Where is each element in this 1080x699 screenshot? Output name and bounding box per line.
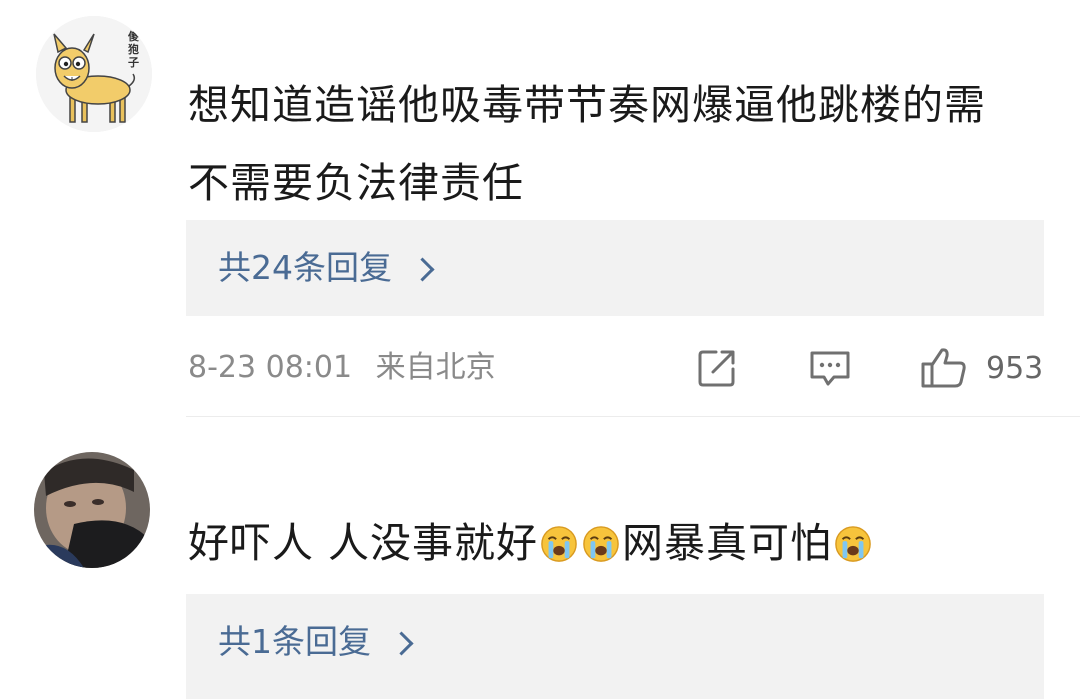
reply-count-label: 共1条回复 (218, 622, 371, 661)
avatar-caption: 傻狍子 (128, 30, 139, 69)
comment-button[interactable] (808, 346, 852, 390)
comment-meta: 8-23 08:01 来自北京 953 (0, 346, 1080, 390)
share-button[interactable] (696, 346, 738, 390)
comment-text-part2: 网暴真可怕 (622, 519, 833, 567)
crying-face-icon (583, 526, 619, 562)
comment-text: 好吓人 人没事就好 网暴真可怕 (188, 504, 1018, 582)
thumbs-up-icon (921, 348, 966, 388)
comment-text-part1: 好吓人 人没事就好 (188, 519, 539, 567)
view-replies-link[interactable]: 共1条回复 (218, 618, 414, 666)
like-count: 953 (986, 350, 1044, 386)
username-redacted (188, 470, 488, 490)
reply-box[interactable]: 共1条回复 (186, 594, 1044, 699)
share-icon (698, 350, 735, 387)
chevron-right-icon (389, 630, 414, 656)
avatar[interactable] (34, 452, 150, 568)
reply-box[interactable]: 共24条回复 (186, 220, 1044, 316)
comment-icon (810, 351, 850, 386)
user-photo-avatar-icon (34, 452, 150, 568)
comment-location: 来自北京 (375, 350, 496, 385)
crying-face-icon (541, 526, 577, 562)
like-button[interactable]: 953 (920, 346, 1043, 390)
comment-date: 8-23 08:01 (188, 350, 353, 385)
comment-divider (186, 416, 1080, 417)
avatar[interactable]: 傻狍子 (36, 16, 152, 132)
comment-text: 想知道造谣他吸毒带节奏网爆逼他跳楼的需不需要负法律责任 (188, 81, 986, 207)
chevron-right-icon (410, 256, 435, 282)
reply-count-label: 共24条回复 (218, 248, 392, 287)
view-replies-link[interactable]: 共24条回复 (218, 244, 435, 292)
comment-meta-text: 8-23 08:01 来自北京 (188, 346, 510, 390)
crying-face-icon (835, 526, 871, 562)
